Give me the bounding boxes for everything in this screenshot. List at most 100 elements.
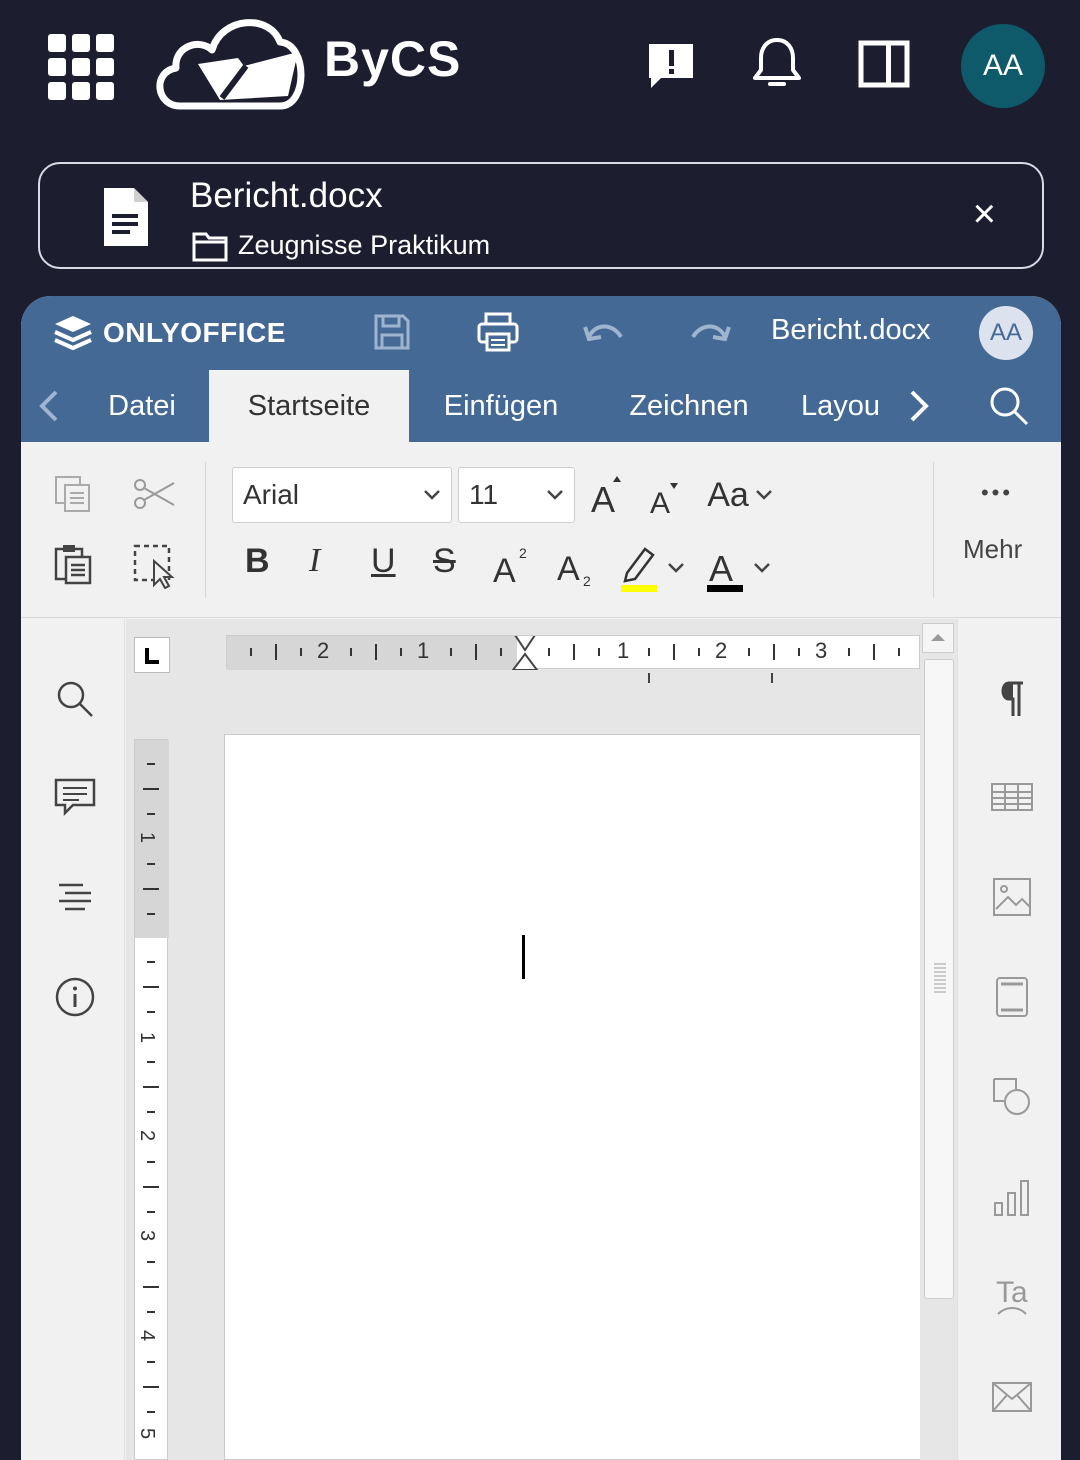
bell-icon[interactable]: [749, 36, 805, 92]
select-all-icon[interactable]: [131, 542, 177, 590]
ruler-tick-label: 1: [617, 638, 630, 663]
ruler-tick-label: 5: [136, 1427, 159, 1440]
tab-zeichnen[interactable]: Zeichnen: [605, 370, 773, 442]
search-icon[interactable]: [987, 387, 1031, 426]
italic-button[interactable]: I: [309, 542, 320, 580]
font-name-combo[interactable]: Arial: [232, 467, 452, 523]
right-sidebar: Ta: [957, 619, 1061, 1460]
top-bar: ByCS AA: [0, 0, 1080, 140]
paragraph-settings-icon[interactable]: [988, 675, 1036, 723]
ruler-tick-label: 3: [136, 1229, 159, 1242]
document-icon: [102, 186, 150, 253]
horizontal-ruler[interactable]: 2 1 1 2 3: [226, 635, 920, 670]
chevron-down-icon: [755, 490, 772, 500]
ruler-margin-markers: [648, 673, 773, 683]
header-footer-icon[interactable]: [988, 973, 1036, 1021]
subscript-icon[interactable]: A2: [555, 544, 595, 588]
font-name-value: Arial: [243, 479, 300, 510]
more-dots-icon[interactable]: •••: [969, 478, 1025, 508]
user-avatar[interactable]: AA: [961, 24, 1045, 108]
mail-merge-icon[interactable]: [988, 1373, 1036, 1421]
feedback-icon[interactable]: [643, 36, 699, 92]
save-icon[interactable]: [367, 310, 417, 354]
chevron-up-icon: [931, 634, 945, 641]
vertical-ruler[interactable]: 1 1 2 3 4 5: [134, 739, 169, 1460]
svg-text:A: A: [493, 552, 516, 588]
change-case-button[interactable]: Aa: [703, 472, 777, 518]
svg-text:A: A: [557, 550, 580, 588]
change-case-label: Aa: [707, 475, 749, 514]
chevron-down-icon: [754, 563, 770, 573]
tabs-scroll-left-icon[interactable]: [31, 388, 67, 424]
onlyoffice-logo: ONLYOFFICE: [53, 314, 286, 352]
ribbon-tabs: Datei Startseite Einfügen Zeichnen Layou: [21, 370, 1061, 442]
increase-font-icon[interactable]: A: [587, 470, 627, 518]
search-icon[interactable]: [51, 675, 99, 723]
toolbar-separator: [933, 462, 934, 598]
close-file-button[interactable]: ×: [973, 194, 996, 234]
chevron-down-icon: [668, 563, 684, 573]
info-icon[interactable]: [51, 973, 99, 1021]
navigation-icon[interactable]: [51, 873, 99, 921]
open-file-card[interactable]: Bericht.docx Zeugnisse Praktikum ×: [38, 162, 1044, 269]
svg-text:A: A: [591, 479, 615, 516]
onlyoffice-brand: ONLYOFFICE: [103, 317, 286, 348]
copy-icon[interactable]: [51, 472, 95, 516]
tab-layout[interactable]: Layou: [801, 370, 901, 442]
bycs-logo-icon: [148, 10, 308, 119]
apps-grid-icon[interactable]: [48, 34, 114, 100]
decrease-font-icon[interactable]: A: [647, 474, 683, 518]
undo-icon[interactable]: [579, 310, 629, 354]
scrollbar-thumb[interactable]: [924, 659, 954, 1299]
editor-header: ONLYOFFICE Bericht.docx AA Datei Startse…: [21, 296, 1061, 442]
ruler-tick-label: 2: [317, 638, 330, 663]
tab-einfuegen[interactable]: Einfügen: [419, 370, 583, 442]
left-sidebar: [21, 619, 125, 1460]
font-color-icon: A: [707, 548, 743, 592]
sidebar-panel-icon[interactable]: [856, 36, 912, 92]
shape-settings-icon[interactable]: [988, 1073, 1036, 1121]
document-canvas: 2 1 1 2 3 1 1 2 3 4 5: [126, 619, 958, 1460]
ruler-tick-label: 4: [136, 1329, 159, 1342]
underline-button[interactable]: U: [371, 542, 396, 581]
toolbar-separator: [205, 462, 206, 598]
folder-name: Zeugnisse Praktikum: [238, 230, 491, 260]
table-settings-icon[interactable]: [988, 773, 1036, 821]
comments-icon[interactable]: [51, 773, 99, 821]
ruler-tick-label: 2: [136, 1129, 159, 1142]
strikethrough-button[interactable]: S: [433, 542, 456, 581]
file-name: Bericht.docx: [190, 176, 383, 215]
highlight-color-button[interactable]: [617, 542, 687, 594]
superscript-icon[interactable]: A2: [491, 544, 531, 588]
cut-icon[interactable]: [131, 472, 177, 516]
tabs-scroll-right-icon[interactable]: [901, 388, 937, 424]
highlighter-icon: [621, 547, 657, 592]
svg-text:A: A: [650, 487, 670, 517]
bold-button[interactable]: B: [245, 542, 270, 581]
tab-datei[interactable]: Datei: [85, 370, 199, 442]
scroll-up-button[interactable]: [922, 623, 954, 653]
grip-icon: [934, 963, 946, 993]
ruler-tick-label: 3: [815, 638, 828, 663]
print-icon[interactable]: [473, 310, 523, 354]
brand-name: ByCS: [324, 31, 462, 87]
font-size-value: 11: [469, 479, 499, 510]
chevron-down-icon: [547, 490, 563, 500]
document-page[interactable]: [224, 734, 924, 1460]
redo-icon[interactable]: [685, 310, 735, 354]
ruler-tick-label: 1: [417, 638, 430, 663]
paste-icon[interactable]: [51, 542, 95, 586]
tab-stop-selector[interactable]: [134, 637, 170, 673]
more-button-label[interactable]: Mehr: [963, 534, 1022, 565]
image-settings-icon[interactable]: [988, 873, 1036, 921]
chart-settings-icon[interactable]: [988, 1173, 1036, 1221]
ruler-graphic: [135, 740, 169, 1413]
font-size-combo[interactable]: 11: [458, 467, 575, 523]
text-art-icon[interactable]: Ta: [988, 1273, 1036, 1321]
onlyoffice-layers-icon: [54, 316, 92, 351]
vertical-scrollbar[interactable]: [920, 619, 958, 1460]
font-color-button[interactable]: A: [703, 542, 773, 594]
home-toolbar: Arial 11 A A Aa B I U S A2 A 2 A ••• Meh…: [21, 442, 1061, 618]
editor-user-avatar[interactable]: AA: [979, 306, 1033, 360]
tab-startseite[interactable]: Startseite: [209, 370, 409, 442]
